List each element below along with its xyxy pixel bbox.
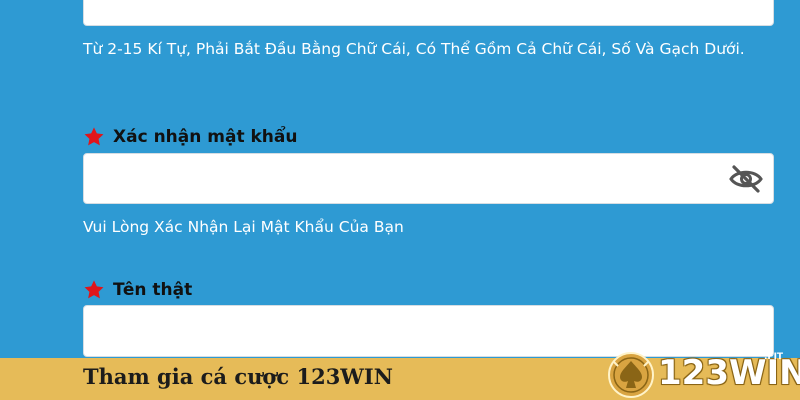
banner-title: Tham gia cá cược 123WIN <box>83 364 393 389</box>
real-name-label-text: Tên thật <box>113 280 193 300</box>
star-icon <box>84 280 104 299</box>
confirm-password-label: Xác nhận mật khẩu <box>83 126 298 148</box>
star-icon <box>84 127 104 146</box>
username-hint: Từ 2-15 Kí Tự, Phải Bắt Đầu Bằng Chữ Cái… <box>83 40 745 58</box>
confirm-password-input[interactable] <box>83 153 774 204</box>
confirm-password-hint: Vui Lòng Xác Nhận Lại Mật Khẩu Của Bạn <box>83 218 404 236</box>
real-name-label: Tên thật <box>83 279 192 301</box>
spade-emblem-icon <box>608 352 654 398</box>
logo-tld: .FIT <box>764 352 784 362</box>
brand-logo: 123WIN .FIT <box>606 350 800 400</box>
username-input[interactable] <box>83 0 774 26</box>
eye-slash-icon[interactable] <box>728 164 764 194</box>
confirm-password-label-text: Xác nhận mật khẩu <box>113 127 298 147</box>
